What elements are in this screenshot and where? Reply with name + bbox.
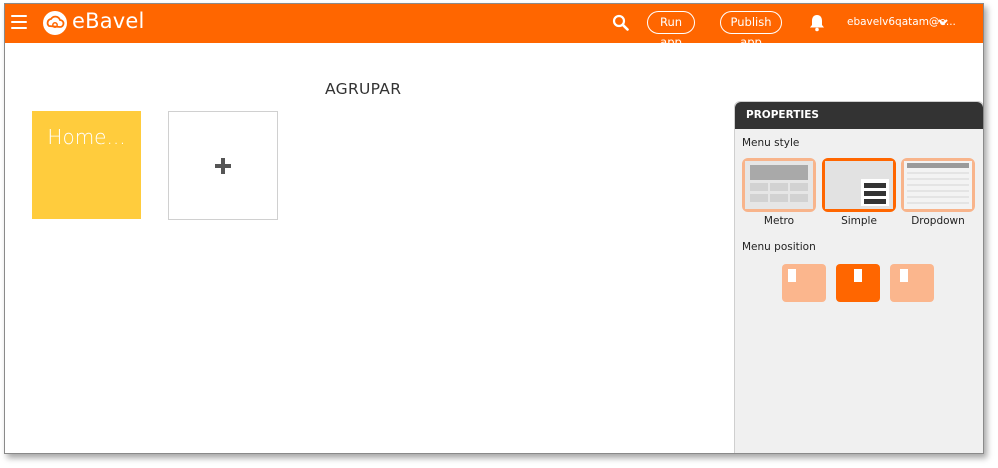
properties-panel: PROPERTIES Menu style Metro Simple Dropd… (734, 101, 983, 453)
menu-position-left[interactable] (782, 264, 826, 302)
menu-position-label: Menu position (742, 241, 816, 253)
publish-app-button[interactable]: Publish app (720, 11, 782, 49)
hamburger-menu-icon[interactable] (11, 15, 27, 29)
metro-preview-icon (745, 161, 813, 209)
dropdown-label: Dropdown (911, 215, 965, 227)
run-app-button[interactable]: Run app (647, 11, 695, 49)
app-window: eBavel Run app Publish app ebavelv6qatam… (4, 3, 984, 454)
simple-preview-icon (825, 161, 893, 209)
menu-style-metro[interactable] (742, 158, 816, 212)
simple-label: Simple (841, 215, 877, 227)
chevron-down-icon[interactable] (937, 16, 949, 28)
tile-home[interactable]: Home... (32, 111, 141, 219)
position-indicator-icon (788, 269, 796, 282)
tile-label: Home... (47, 125, 126, 149)
cloud-logo-icon (43, 11, 67, 35)
menu-style-simple[interactable] (822, 158, 896, 212)
add-tile-button[interactable] (168, 111, 278, 220)
page-title: AGRUPAR (325, 80, 402, 98)
bell-icon[interactable] (808, 13, 826, 32)
metro-label: Metro (763, 215, 795, 227)
search-icon[interactable] (612, 14, 629, 31)
menu-style-dropdown[interactable] (901, 158, 975, 212)
app-logo-text: eBavel (72, 9, 145, 33)
menu-position-center[interactable] (836, 264, 880, 302)
menu-style-label: Menu style (742, 137, 800, 149)
dropdown-preview-icon (904, 161, 972, 209)
top-bar: eBavel Run app Publish app ebavelv6qatam… (5, 4, 983, 49)
plus-icon (215, 158, 231, 174)
menu-position-right[interactable] (890, 264, 934, 302)
properties-title: PROPERTIES (735, 102, 983, 129)
position-indicator-icon (900, 269, 908, 282)
position-indicator-icon (854, 269, 862, 282)
